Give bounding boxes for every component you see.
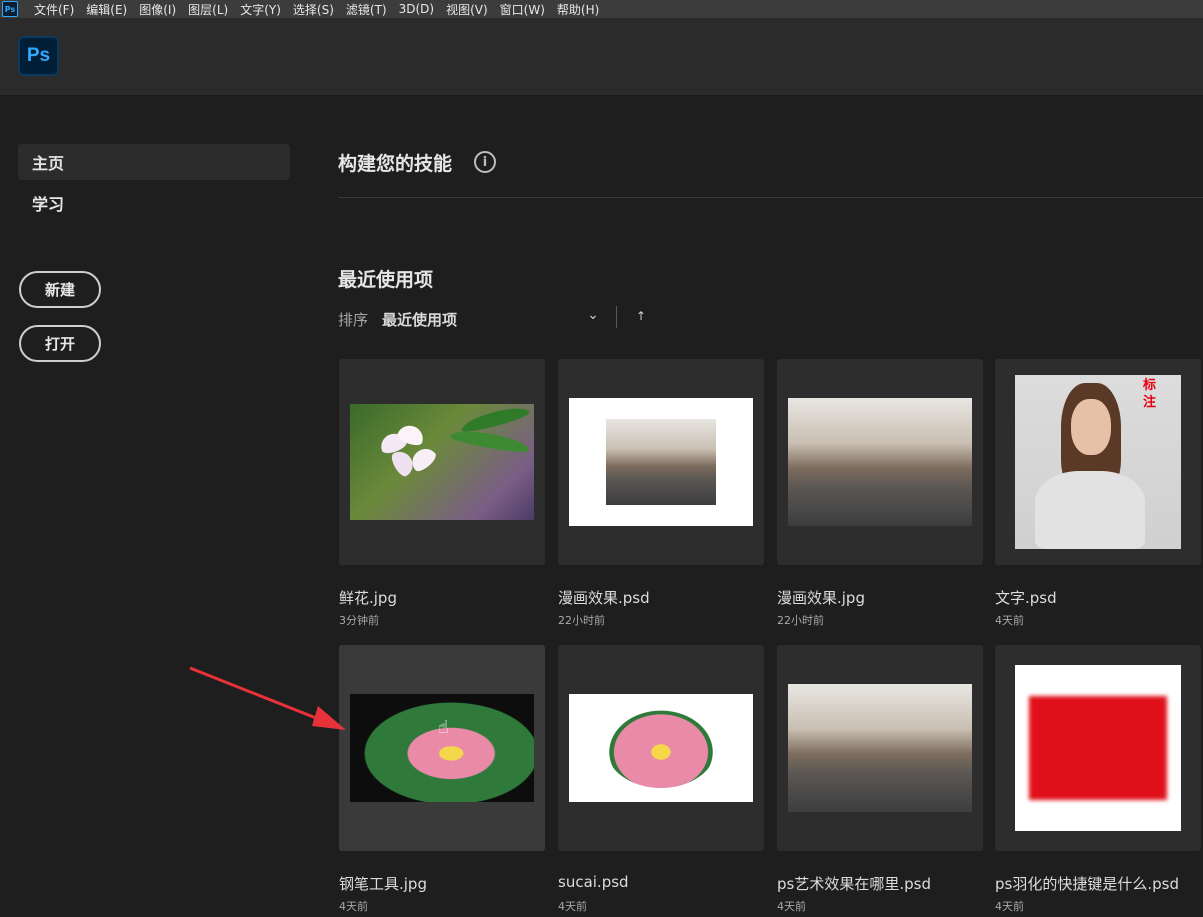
flower-image (350, 404, 534, 520)
file-thumbnail[interactable] (339, 645, 545, 851)
sort-dropdown[interactable]: 最近使用项 (382, 309, 457, 330)
file-name[interactable]: ps羽化的快捷键是什么.psd (995, 873, 1179, 894)
menu-image[interactable]: 图像(I) (139, 1, 176, 18)
file-name[interactable]: 漫画效果.jpg (777, 587, 865, 608)
file-thumbnail[interactable] (777, 645, 983, 851)
file-timestamp: 22小时前 (777, 614, 824, 627)
feathered-red-image (1015, 665, 1181, 831)
info-icon[interactable]: i (474, 151, 496, 173)
photoshop-logo: Ps (18, 36, 59, 76)
file-timestamp: 4天前 (995, 900, 1024, 913)
photoshop-app-icon[interactable]: Ps (2, 1, 18, 17)
file-timestamp: 3分钟前 (339, 614, 379, 627)
file-thumbnail[interactable] (995, 645, 1201, 851)
file-name[interactable]: sucai.psd (558, 873, 629, 891)
file-name[interactable]: 文字.psd (995, 587, 1057, 608)
new-button[interactable]: 新建 (19, 271, 101, 308)
hand-cursor-icon: ☝ (438, 717, 449, 738)
menu-bar: Ps 文件(F) 编辑(E) 图像(I) 图层(L) 文字(Y) 选择(S) 滤… (0, 0, 1203, 18)
file-timestamp: 4天前 (339, 900, 368, 913)
menu-layer[interactable]: 图层(L) (188, 1, 228, 18)
annotation-label: 标注 (1143, 378, 1157, 410)
sort-divider (616, 306, 617, 328)
lotus-cutout-image (569, 694, 753, 802)
sort-direction-arrow-icon[interactable]: ↑ (632, 307, 650, 325)
file-name[interactable]: ps艺术效果在哪里.psd (777, 873, 931, 894)
menu-select[interactable]: 选择(S) (293, 1, 334, 18)
file-timestamp: 4天前 (995, 614, 1024, 627)
sidebar-item-home[interactable]: 主页 (18, 144, 290, 180)
sidebar: 主页 学习 新建 打开 (0, 97, 310, 917)
menu-filter[interactable]: 滤镜(T) (346, 1, 387, 18)
menu-help[interactable]: 帮助(H) (557, 1, 599, 18)
recent-section-title: 最近使用项 (338, 269, 434, 291)
skills-section-title: 构建您的技能 (338, 153, 453, 175)
sort-label: 排序 (338, 311, 369, 329)
file-name[interactable]: 钢笔工具.jpg (339, 873, 427, 894)
file-thumbnail[interactable] (558, 645, 764, 851)
menu-view[interactable]: 视图(V) (446, 1, 488, 18)
sidebar-item-learn[interactable]: 学习 (18, 185, 290, 221)
divider (338, 197, 1203, 198)
file-thumbnail[interactable] (339, 359, 545, 565)
file-thumbnail[interactable]: 标注 (995, 359, 1201, 565)
street-image-framed (569, 398, 753, 526)
file-name[interactable]: 漫画效果.psd (558, 587, 650, 608)
portrait-image: 标注 (1015, 375, 1181, 549)
menu-type[interactable]: 文字(Y) (240, 1, 281, 18)
menu-window[interactable]: 窗口(W) (500, 1, 545, 18)
file-timestamp: 4天前 (777, 900, 806, 913)
file-thumbnail[interactable] (558, 359, 764, 565)
menu-file[interactable]: 文件(F) (34, 1, 74, 18)
menu-3d[interactable]: 3D(D) (399, 2, 434, 16)
lotus-image (350, 694, 534, 802)
annotation-arrow-icon (189, 666, 346, 730)
home-header: Ps (0, 18, 1203, 96)
street-image (788, 684, 972, 812)
file-timestamp: 22小时前 (558, 614, 605, 627)
file-name[interactable]: 鲜花.jpg (339, 587, 397, 608)
chevron-down-icon[interactable]: ⌄ (584, 306, 602, 324)
file-thumbnail[interactable] (777, 359, 983, 565)
street-image (788, 398, 972, 526)
menu-edit[interactable]: 编辑(E) (86, 1, 127, 18)
open-button[interactable]: 打开 (19, 325, 101, 362)
file-timestamp: 4天前 (558, 900, 587, 913)
